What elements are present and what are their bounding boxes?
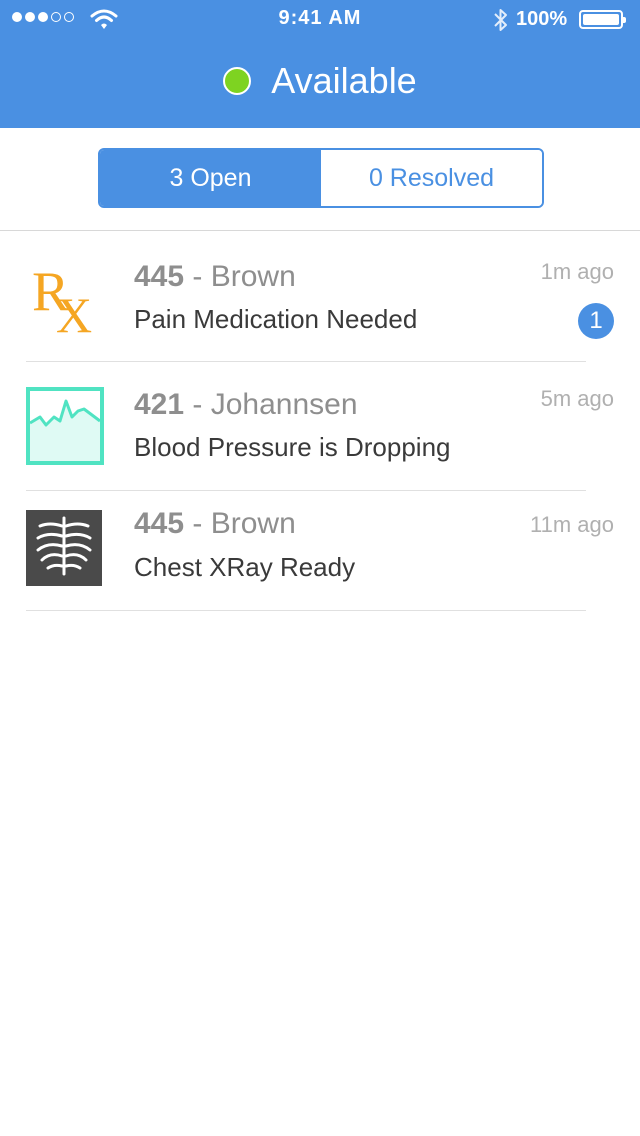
alerts-filter-segmented-control: 3 Open 0 Resolved (98, 148, 544, 208)
tab-open[interactable]: 3 Open (100, 150, 321, 206)
patient-label: 421 - Johannsen (134, 388, 358, 422)
alert-message: Pain Medication Needed (134, 304, 418, 334)
xray-chest-icon (26, 510, 102, 586)
unread-badge: 1 (578, 303, 614, 339)
alert-message: Blood Pressure is Dropping (134, 432, 451, 462)
alert-row[interactable]: R X 445 - Brown Pain Medication Needed 1… (0, 232, 640, 362)
room-number: 421 (134, 388, 185, 421)
patient-name: - Johannsen (184, 388, 358, 421)
patient-label: 445 - Brown (134, 507, 296, 541)
vitals-monitor-icon (26, 387, 104, 465)
battery-fill (583, 14, 619, 25)
battery-percent: 100% (516, 8, 568, 30)
room-number: 445 (134, 260, 185, 293)
app-header: 9:41 AM 100% Available (0, 0, 640, 128)
alert-time-ago: 5m ago (540, 386, 614, 411)
alert-time-ago: 11m ago (530, 512, 614, 537)
page-title: Available (271, 60, 417, 101)
svg-text:X: X (56, 287, 92, 336)
alert-message: Chest XRay Ready (134, 552, 356, 582)
divider (0, 230, 640, 231)
tab-resolved[interactable]: 0 Resolved (321, 150, 542, 206)
alert-row[interactable]: 421 - Johannsen Blood Pressure is Droppi… (0, 362, 640, 491)
battery-icon (579, 10, 626, 29)
availability-dot-icon (223, 67, 252, 95)
patient-name: - Brown (184, 507, 296, 540)
alert-row[interactable]: 445 - Brown Chest XRay Ready 11m ago (0, 490, 640, 611)
status-bar: 9:41 AM 100% (0, 0, 640, 40)
patient-name: - Brown (184, 260, 296, 293)
bluetooth-icon (494, 9, 507, 31)
rx-icon: R X (32, 261, 92, 336)
room-number: 445 (134, 507, 185, 540)
availability-status[interactable]: Available (0, 58, 640, 104)
battery-tip (623, 17, 626, 23)
patient-label: 445 - Brown (134, 260, 296, 294)
row-separator (26, 610, 586, 611)
alert-time-ago: 1m ago (540, 259, 614, 284)
